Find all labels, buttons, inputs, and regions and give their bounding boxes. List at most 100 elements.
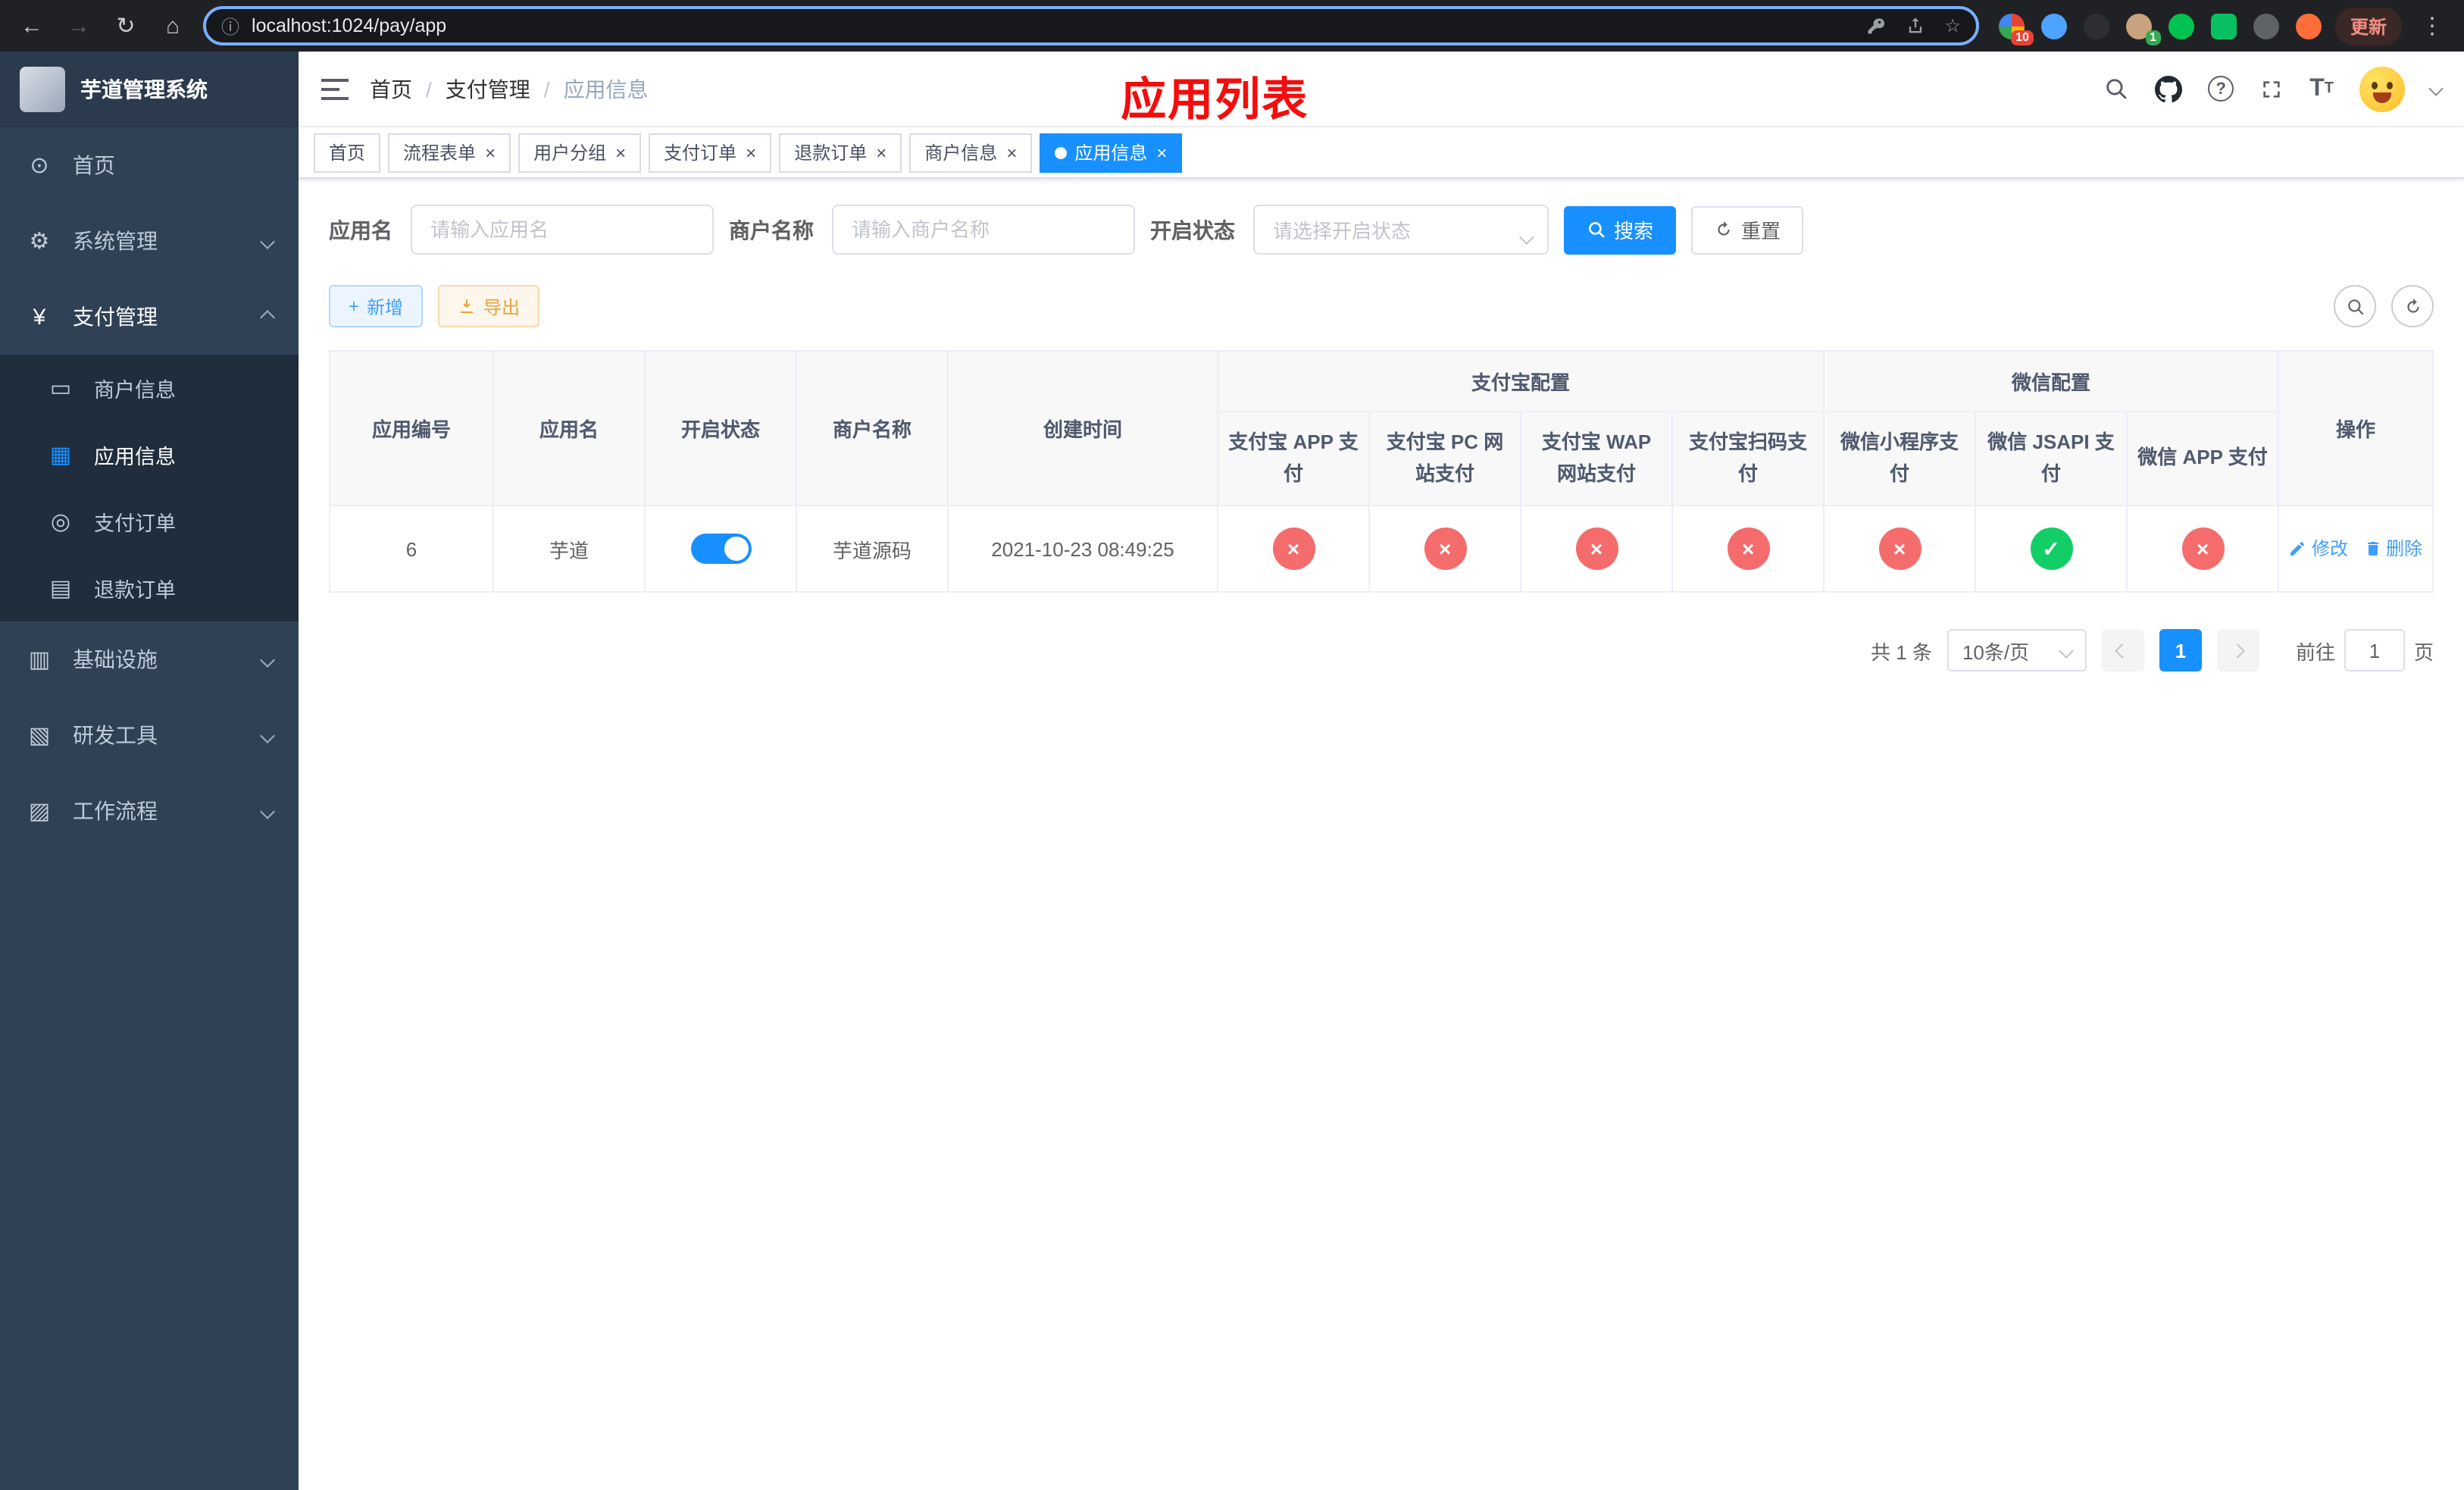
add-button[interactable]: + 新增 <box>329 285 424 327</box>
column-header: 支付宝 PC 网站支付 <box>1368 411 1521 506</box>
chevron-down-icon <box>2428 81 2444 96</box>
tab-7[interactable]: 应用信息 × <box>1040 133 1183 172</box>
extension-7[interactable] <box>2253 13 2279 39</box>
edit-button[interactable]: 修改 <box>2289 536 2348 562</box>
sidebar-item-label: 退款订单 <box>94 579 176 602</box>
page-size-select[interactable]: 10条/页 <box>1946 629 2087 671</box>
breadcrumb-item: 应用信息 <box>563 77 649 101</box>
help-icon[interactable]: ? <box>2208 76 2234 102</box>
goto-page: 前往 页 <box>2296 629 2434 671</box>
tab-close-icon[interactable]: × <box>746 143 756 161</box>
status-switch[interactable] <box>690 534 751 564</box>
chevron-down-icon <box>260 803 275 819</box>
tab-close-icon[interactable]: × <box>615 143 626 161</box>
forward-icon[interactable]: → <box>62 9 95 42</box>
extension-6[interactable] <box>2210 13 2237 39</box>
search-icon[interactable] <box>2103 76 2129 102</box>
bookmark-star-icon[interactable]: ☆ <box>1944 15 1961 36</box>
page-content: 应用名 商户名称 开启状态 请选择开启状态 <box>299 179 2464 1490</box>
disabled-cross-icon: × <box>2181 527 2225 570</box>
prev-page-button[interactable] <box>2101 629 2144 671</box>
password-key-icon[interactable] <box>1865 15 1887 36</box>
chevron-shape <box>260 233 275 249</box>
collapse-sidebar-icon[interactable] <box>321 77 349 101</box>
site-info-icon[interactable]: ⓘ <box>221 13 239 39</box>
tab-1[interactable]: 首页 <box>314 133 381 172</box>
sidebar-item-home[interactable]: ⊙ 首页 <box>0 127 299 203</box>
user-avatar[interactable] <box>2359 66 2405 111</box>
sidebar-item-dev-tools[interactable]: ▧ 研发工具 <box>0 697 299 773</box>
github-icon[interactable] <box>2155 75 2183 102</box>
sidebar-item-app-info[interactable]: ▦ 应用信息 <box>0 421 299 488</box>
page-button-1[interactable]: 1 <box>2159 629 2202 671</box>
merchant-name-input[interactable] <box>832 205 1135 255</box>
tab-close-icon[interactable]: × <box>485 143 496 161</box>
tab-3[interactable]: 用户分组 × <box>518 133 642 172</box>
column-header: 应用名 <box>492 350 646 506</box>
toggle-search-icon[interactable] <box>2334 285 2376 327</box>
sidebar-item-label: 研发工具 <box>73 723 158 747</box>
fullscreen-icon[interactable] <box>2259 77 2284 101</box>
sidebar-item-refund-order[interactable]: ▤ 退款订单 <box>0 555 299 621</box>
reload-icon[interactable]: ↻ <box>109 9 142 42</box>
breadcrumb-item[interactable]: 首页 <box>370 74 412 104</box>
status-select-placeholder: 请选择开启状态 <box>1253 205 1549 255</box>
extension-5[interactable] <box>2168 13 2194 39</box>
url-bar[interactable]: ⓘ localhost:1024/pay/app ☆ <box>203 6 1979 45</box>
goto-page-input[interactable] <box>2344 629 2405 671</box>
tab-4[interactable]: 支付订单 × <box>649 133 772 172</box>
tab-close-icon[interactable]: × <box>876 143 886 161</box>
browser-menu-icon[interactable]: ⋮ <box>2416 9 2449 42</box>
sidebar-item-system[interactable]: ⚙ 系统管理 <box>0 203 299 279</box>
extension-3[interactable] <box>2083 13 2109 39</box>
reset-button[interactable]: 重置 <box>1691 205 1804 254</box>
chevron-shape <box>260 309 275 324</box>
logo-image <box>20 67 65 112</box>
tab-2[interactable]: 流程表单 × <box>388 133 511 172</box>
sidebar-item-infrastructure[interactable]: ▥ 基础设施 <box>0 621 299 697</box>
system-icon: ⚙ <box>29 229 50 255</box>
update-button[interactable]: 更新 <box>2334 7 2402 45</box>
chevron-shape <box>260 803 275 819</box>
workflow-icon: ▨ <box>28 799 51 825</box>
breadcrumb: 首页 / 支付管理 / 应用信息 <box>370 74 649 104</box>
sidebar-item-workflow[interactable]: ▨ 工作流程 <box>0 773 299 849</box>
column-header: 微信 APP 支付 <box>2126 411 2280 506</box>
breadcrumb-item[interactable]: 支付管理 <box>446 74 530 104</box>
app-name-input[interactable] <box>411 205 714 255</box>
chevron-left-icon <box>2115 643 2131 658</box>
extension-4[interactable]: 1 <box>2125 13 2161 45</box>
delete-button[interactable]: 删除 <box>2363 536 2422 562</box>
sidebar-item-label: 首页 <box>73 153 115 177</box>
share-icon[interactable] <box>1905 15 1926 36</box>
pay-order-icon: ◎ <box>50 509 71 535</box>
tab-6[interactable]: 商户信息 × <box>909 133 1033 172</box>
sidebar-item-pay-order[interactable]: ◎ 支付订单 <box>0 488 299 555</box>
extension-2[interactable] <box>2040 13 2067 39</box>
chevron-shape <box>260 652 275 667</box>
column-header: 微信小程序支付 <box>1823 411 1977 506</box>
tags-view: 首页 流程表单 × 用户分组 × 支付订单 × 退款订单 × 商户信息 × 应用信息 × <box>299 127 2464 179</box>
font-size-icon[interactable]: TT <box>2309 75 2334 102</box>
user-dropdown-caret-icon[interactable] <box>2428 81 2444 96</box>
next-page-button[interactable] <box>2216 629 2259 671</box>
tab-close-icon[interactable]: × <box>1156 143 1167 161</box>
sidebar-item-label: 支付订单 <box>94 512 176 535</box>
cell-channel-status: × <box>1368 505 1521 593</box>
sidebar-item-payment[interactable]: ¥ 支付管理 <box>0 279 299 355</box>
extension-8[interactable] <box>2295 13 2322 39</box>
export-button[interactable]: 导出 <box>438 285 540 327</box>
search-button[interactable]: 搜索 <box>1564 205 1677 254</box>
extension-1[interactable]: 10 <box>1998 13 2034 45</box>
tab-5[interactable]: 退款订单 × <box>779 133 902 172</box>
home-icon[interactable]: ⌂ <box>156 9 189 42</box>
tab-close-icon[interactable]: × <box>1006 143 1017 161</box>
app-logo[interactable]: 芋道管理系统 <box>0 52 299 127</box>
back-icon[interactable]: ← <box>15 9 48 42</box>
sidebar-item-label: 商户信息 <box>94 379 176 402</box>
refresh-icon[interactable] <box>2391 285 2434 327</box>
cell-app-id: 6 <box>329 505 494 593</box>
sidebar-item-merchant-info[interactable]: ▭ 商户信息 <box>0 355 299 421</box>
filter-form: 应用名 商户名称 开启状态 请选择开启状态 <box>329 205 2434 255</box>
status-select[interactable]: 请选择开启状态 <box>1253 205 1549 255</box>
